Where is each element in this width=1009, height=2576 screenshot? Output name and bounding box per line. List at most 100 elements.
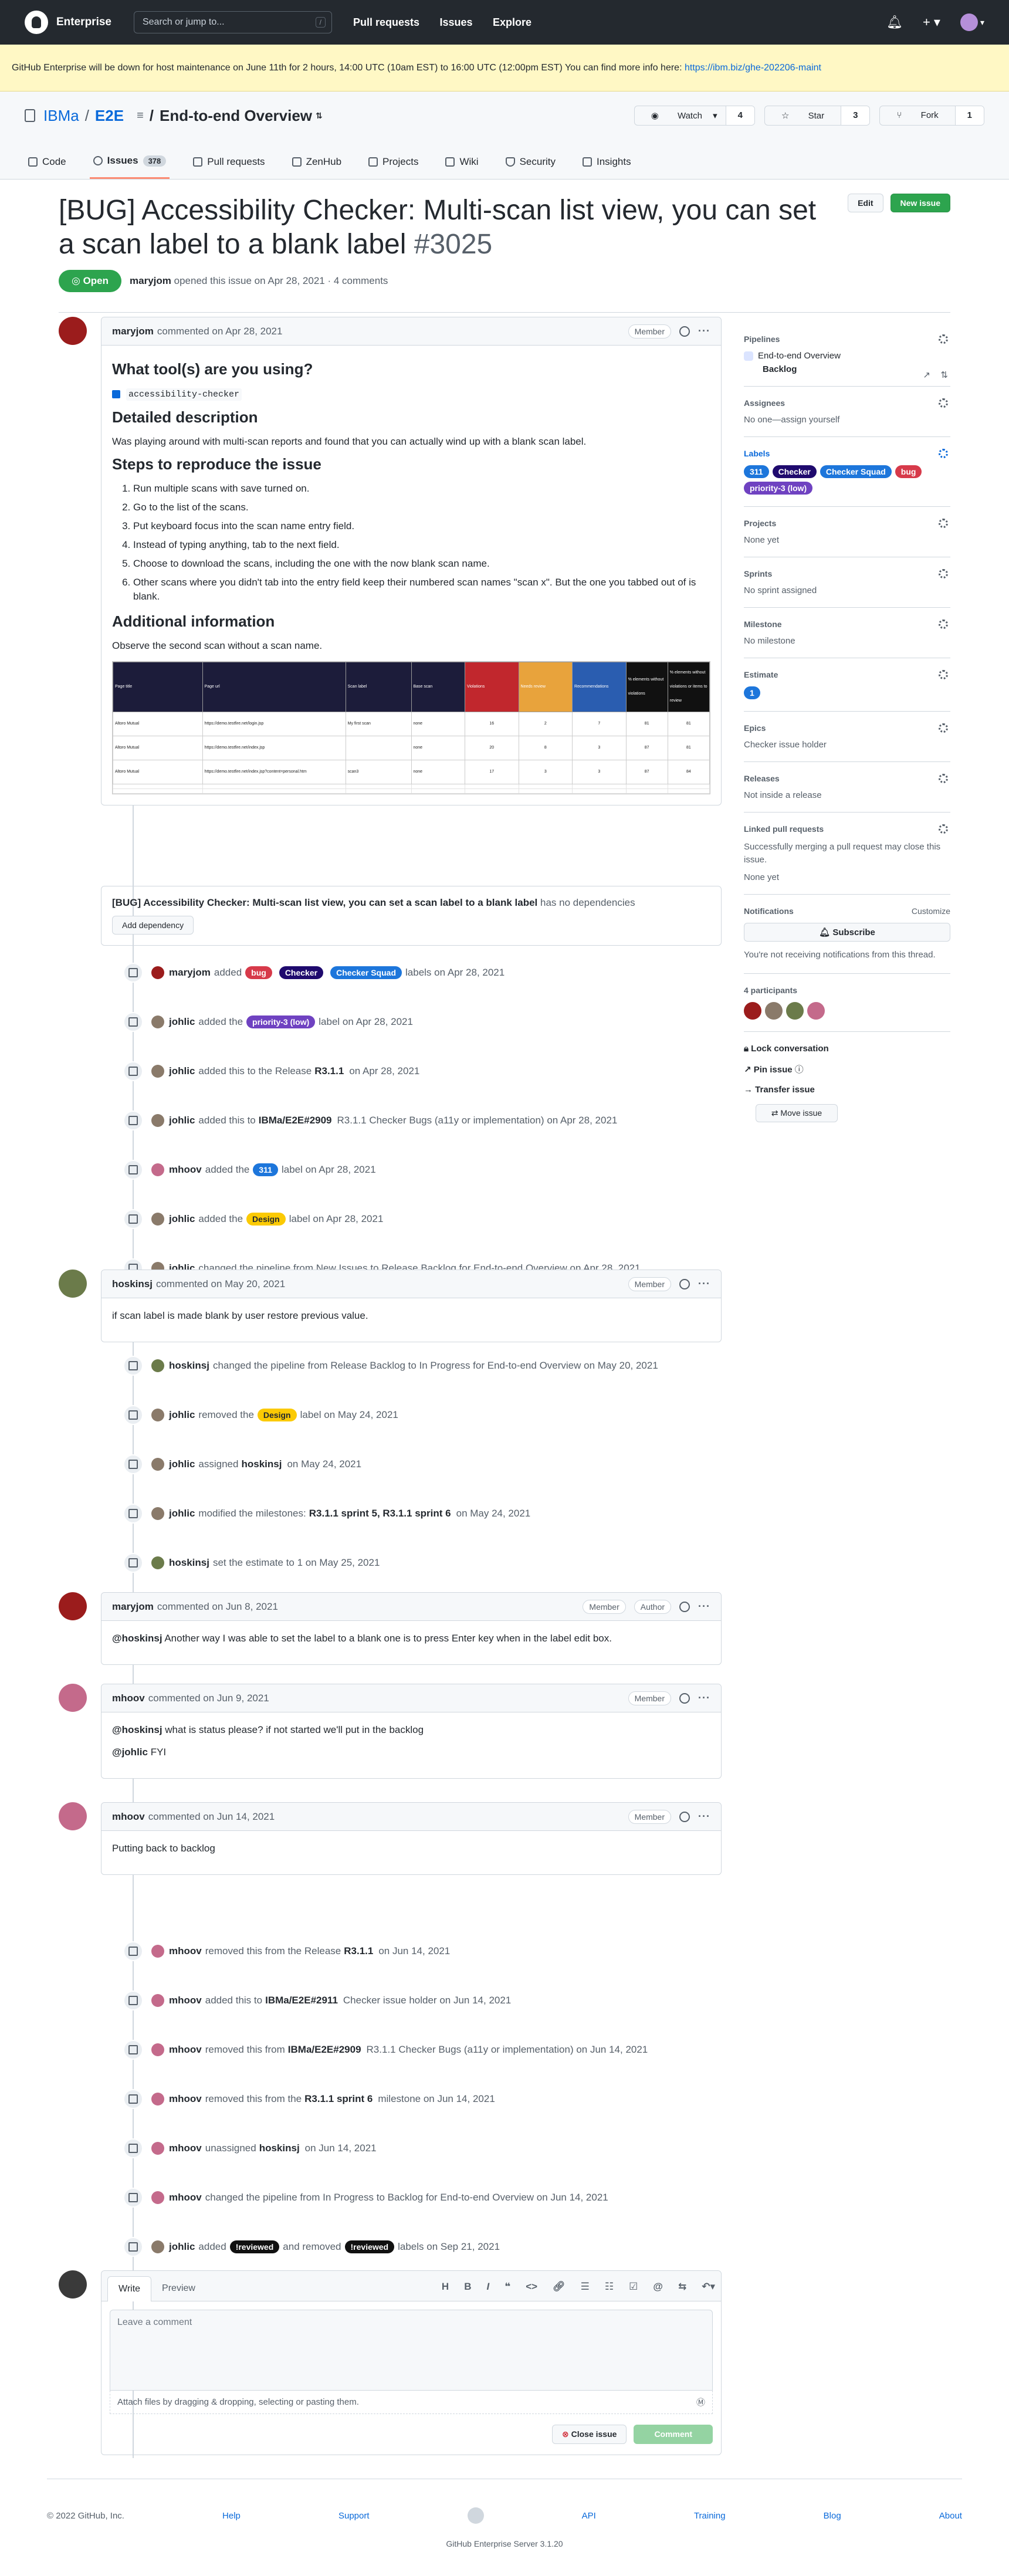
releases-title[interactable]: Releases — [744, 774, 950, 783]
mention-icon[interactable]: @ — [653, 2281, 663, 2293]
preview-tab[interactable]: Preview — [151, 2276, 206, 2301]
gear-icon[interactable] — [939, 723, 948, 733]
avatar[interactable] — [744, 1002, 761, 1020]
smiley-icon[interactable] — [679, 1692, 690, 1704]
footer-link-training[interactable]: Training — [694, 2511, 726, 2521]
label-badge[interactable]: Checker Squad — [330, 966, 402, 979]
avatar[interactable] — [151, 2191, 164, 2204]
avatar[interactable] — [151, 1556, 164, 1569]
event-actor[interactable]: mhoov — [169, 2044, 202, 2056]
tab-issues[interactable]: Issues 378 — [89, 155, 170, 179]
avatar[interactable] — [59, 1684, 87, 1712]
epics-title[interactable]: Epics — [744, 723, 950, 733]
estimate-title[interactable]: Estimate — [744, 670, 950, 679]
avatar[interactable] — [59, 317, 87, 345]
banner-link[interactable]: https://ibm.biz/ghe-202206-maint — [685, 63, 821, 73]
avatar[interactable] — [151, 1163, 164, 1176]
reply-icon[interactable]: ↶▾ — [702, 2281, 715, 2293]
event-actor[interactable]: mhoov — [169, 2192, 202, 2203]
epics-value[interactable]: Checker issue holder — [744, 740, 950, 750]
user-menu[interactable]: ▾ — [960, 13, 984, 31]
nav-issues[interactable]: Issues — [439, 16, 472, 28]
event-target[interactable]: IBMa/E2E#2911 — [265, 1995, 338, 2006]
gear-icon[interactable] — [939, 449, 948, 458]
avatar[interactable] — [765, 1002, 783, 1020]
kebab-horizontal-icon[interactable]: ··· — [698, 1600, 710, 1613]
event-actor[interactable]: mhoov — [169, 1164, 202, 1176]
comment-date[interactable]: commented on Jun 8, 2021 — [157, 1601, 278, 1613]
kebab-horizontal-icon[interactable]: ··· — [698, 1810, 710, 1823]
avatar[interactable] — [151, 1945, 164, 1958]
avatar[interactable] — [151, 1213, 164, 1226]
task-list-icon[interactable]: ☑ — [629, 2281, 638, 2293]
checkbox-checked-icon[interactable] — [112, 390, 120, 398]
ordered-list-icon[interactable]: ☷ — [605, 2281, 614, 2293]
plus-dropdown-icon[interactable]: + ▾ — [923, 15, 940, 30]
gear-icon[interactable] — [939, 519, 948, 528]
label-badge[interactable]: priority-3 (low) — [246, 1015, 316, 1028]
tab-zenhub[interactable]: ZenHub — [289, 155, 345, 179]
close-issue-button[interactable]: ⊗ Close issue — [551, 2425, 627, 2444]
nav-pull-requests[interactable]: Pull requests — [353, 16, 419, 28]
brand-name[interactable]: Enterprise — [56, 16, 111, 29]
comment-author[interactable]: hoskinsj — [112, 1278, 153, 1290]
event-actor[interactable]: mhoov — [169, 1995, 202, 2006]
repo-owner-link[interactable]: IBMa — [43, 107, 79, 125]
avatar[interactable] — [151, 2043, 164, 2056]
lock-conversation-link[interactable]: 🔒︎ Lock conversation — [744, 1044, 950, 1054]
event-target[interactable]: hoskinsj — [259, 2142, 300, 2154]
event-actor[interactable]: johlic — [169, 1508, 195, 1519]
comment-date[interactable]: commented on Jun 9, 2021 — [148, 1692, 269, 1704]
comment-button[interactable]: Comment — [634, 2425, 713, 2444]
unordered-list-icon[interactable]: ☰ — [581, 2281, 590, 2293]
comment-date[interactable]: commented on Jun 14, 2021 — [148, 1811, 275, 1823]
gear-icon[interactable] — [939, 569, 948, 578]
add-dependency-button[interactable]: Add dependency — [112, 916, 194, 935]
tab-projects[interactable]: Projects — [365, 155, 422, 179]
gear-icon[interactable] — [939, 824, 948, 834]
avatar[interactable] — [807, 1002, 825, 1020]
github-logo-icon[interactable] — [25, 11, 48, 34]
quote-icon[interactable]: ❝ — [504, 2281, 510, 2293]
watch-button[interactable]: ◉ Watch ▾ 4 — [634, 106, 755, 126]
tab-wiki[interactable]: Wiki — [442, 155, 482, 179]
label-badge[interactable]: priority-3 (low) — [744, 482, 813, 495]
gear-icon[interactable] — [939, 670, 948, 679]
new-issue-button[interactable]: New issue — [890, 194, 950, 212]
tab-pull-requests[interactable]: Pull requests — [189, 155, 268, 179]
comment-textarea[interactable]: Leave a comment — [110, 2310, 713, 2391]
label-badge[interactable]: Design — [257, 1409, 297, 1421]
issue-author[interactable]: maryjom — [130, 275, 171, 286]
subscribe-button[interactable]: 🔔︎ Subscribe — [744, 923, 950, 942]
avatar[interactable] — [151, 1409, 164, 1421]
event-actor[interactable]: johlic — [169, 1213, 195, 1225]
comment-date[interactable]: commented on May 20, 2021 — [156, 1278, 285, 1290]
event-actor[interactable]: johlic — [169, 1115, 195, 1126]
avatar[interactable] — [151, 2142, 164, 2155]
spreadsheet-screenshot[interactable]: Page title Page url Scan label Base scan Vio… — [112, 661, 710, 794]
avatar[interactable] — [151, 1994, 164, 2007]
avatar[interactable] — [151, 1065, 164, 1078]
assignees-value[interactable]: No one—assign yourself — [744, 415, 950, 425]
event-actor[interactable]: hoskinsj — [169, 1557, 209, 1569]
move-issue-button[interactable]: ⇄ Move issue — [756, 1104, 838, 1122]
cross-reference-icon[interactable]: ⇆ — [678, 2281, 686, 2293]
kebab-horizontal-icon[interactable]: ··· — [698, 325, 710, 337]
pin-icon[interactable]: ↗ — [923, 370, 930, 380]
bell-icon[interactable]: 🔔︎ — [886, 15, 903, 30]
event-target[interactable]: R3.1.1 — [344, 1945, 373, 1957]
event-target[interactable]: R3.1.1 sprint 6 — [304, 2093, 373, 2105]
pin-issue-link[interactable]: ↗ Pin issue ⓘ — [744, 1063, 950, 1075]
avatar[interactable] — [59, 1270, 87, 1298]
repo-name-link[interactable]: E2E — [95, 107, 124, 125]
arrow-switch-icon[interactable]: ⇅ — [940, 370, 948, 380]
label-badge[interactable]: 311 — [744, 465, 769, 478]
user-mention[interactable]: @johlic — [112, 1746, 148, 1758]
attach-files-area[interactable]: Attach files by dragging & dropping, sel… — [110, 2391, 713, 2414]
event-target[interactable]: IBMa/E2E#2909 — [259, 1115, 332, 1126]
write-tab[interactable]: Write — [107, 2276, 152, 2301]
smiley-icon[interactable] — [679, 1601, 690, 1612]
search-input[interactable]: Search or jump to... / — [133, 11, 332, 33]
tab-insights[interactable]: Insights — [579, 155, 635, 179]
avatar[interactable] — [786, 1002, 804, 1020]
